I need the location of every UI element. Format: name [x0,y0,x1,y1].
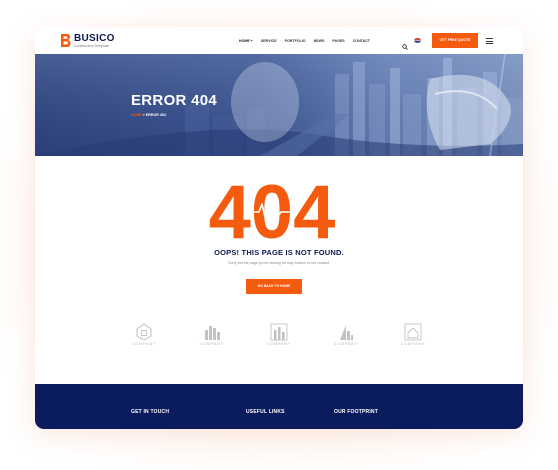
footer-column-links: USEFUL LINKS [246,409,285,415]
home-frame-icon [404,323,422,341]
error-404-graphic: 404 [209,178,336,242]
page-title: ERROR 404 [131,92,218,109]
site-logo[interactable]: BUSICO Construction Template [60,33,115,48]
nav-item-service[interactable]: SERVICE [261,39,277,43]
nav-item-home[interactable]: HOME + [239,39,253,43]
partner-name: COMPANY [131,342,157,346]
error-message: Sorry but the page you're looking for ma… [228,261,330,265]
hamburger-icon[interactable] [486,38,493,46]
partner-name: COMPANY [400,342,426,346]
city-skyline-image [35,54,523,156]
partner-logo-5[interactable]: COMPANY [396,323,430,346]
breadcrumb-current: ERROR 404 [145,113,166,117]
partner-name: COMPANY [266,342,292,346]
nav-item-pages[interactable]: PAGES [332,39,344,43]
skyscraper-icon [340,325,353,340]
partner-name: COMPANY [199,342,225,346]
brand-name: BUSICO [74,32,115,44]
partner-logo-1[interactable]: COMPANY [127,323,161,346]
breadcrumb: HOME > ERROR 404 [131,113,166,117]
site-footer: GET IN TOUCH USEFUL LINKS OUR FOOTPRINT [35,384,523,429]
flag-icon[interactable] [414,38,421,43]
get-free-quote-button[interactable]: GET FREE QUOTE [432,33,478,48]
footer-heading: USEFUL LINKS [246,409,285,415]
footer-heading: OUR FOOTPRINT [334,409,378,415]
search-icon[interactable] [402,37,408,50]
brand-tagline: Construction Template [74,43,109,48]
footer-heading: GET IN TOUCH [131,409,170,415]
partner-logo-4[interactable]: COMPANY [329,323,363,346]
partner-logo-2[interactable]: COMPANY [195,323,229,346]
partner-logo-3[interactable]: COMPANY [262,323,296,346]
main-nav: HOME + SERVICE PORTFOLIO NEWS PAGES CONT… [239,39,378,43]
logo-mark-icon [60,33,71,48]
go-back-home-button[interactable]: GO BACK TO HOME [246,279,302,294]
page-banner: ERROR 404 HOME > ERROR 404 [35,54,523,156]
error-code: 404 [209,178,336,242]
error-heading: OOPS! THIS PAGE IS NOT FOUND. [214,248,344,257]
buildings-icon [205,326,220,340]
partner-name: COMPANY [333,342,359,346]
nav-item-contact[interactable]: CONTACT [353,39,370,43]
footer-column-footprint: OUR FOOTPRINT [334,409,378,415]
tower-frame-icon [270,323,288,341]
site-header: BUSICO Construction Template HOME + SERV… [35,27,523,54]
nav-item-portfolio[interactable]: PORTFOLIO [285,39,306,43]
browser-frame: BUSICO Construction Template HOME + SERV… [35,27,523,429]
nav-item-news[interactable]: NEWS [314,39,325,43]
footer-column-contact: GET IN TOUCH [131,409,169,415]
house-shield-icon [136,323,152,341]
breadcrumb-separator: > [142,113,145,117]
breadcrumb-home-link[interactable]: HOME [131,113,142,117]
